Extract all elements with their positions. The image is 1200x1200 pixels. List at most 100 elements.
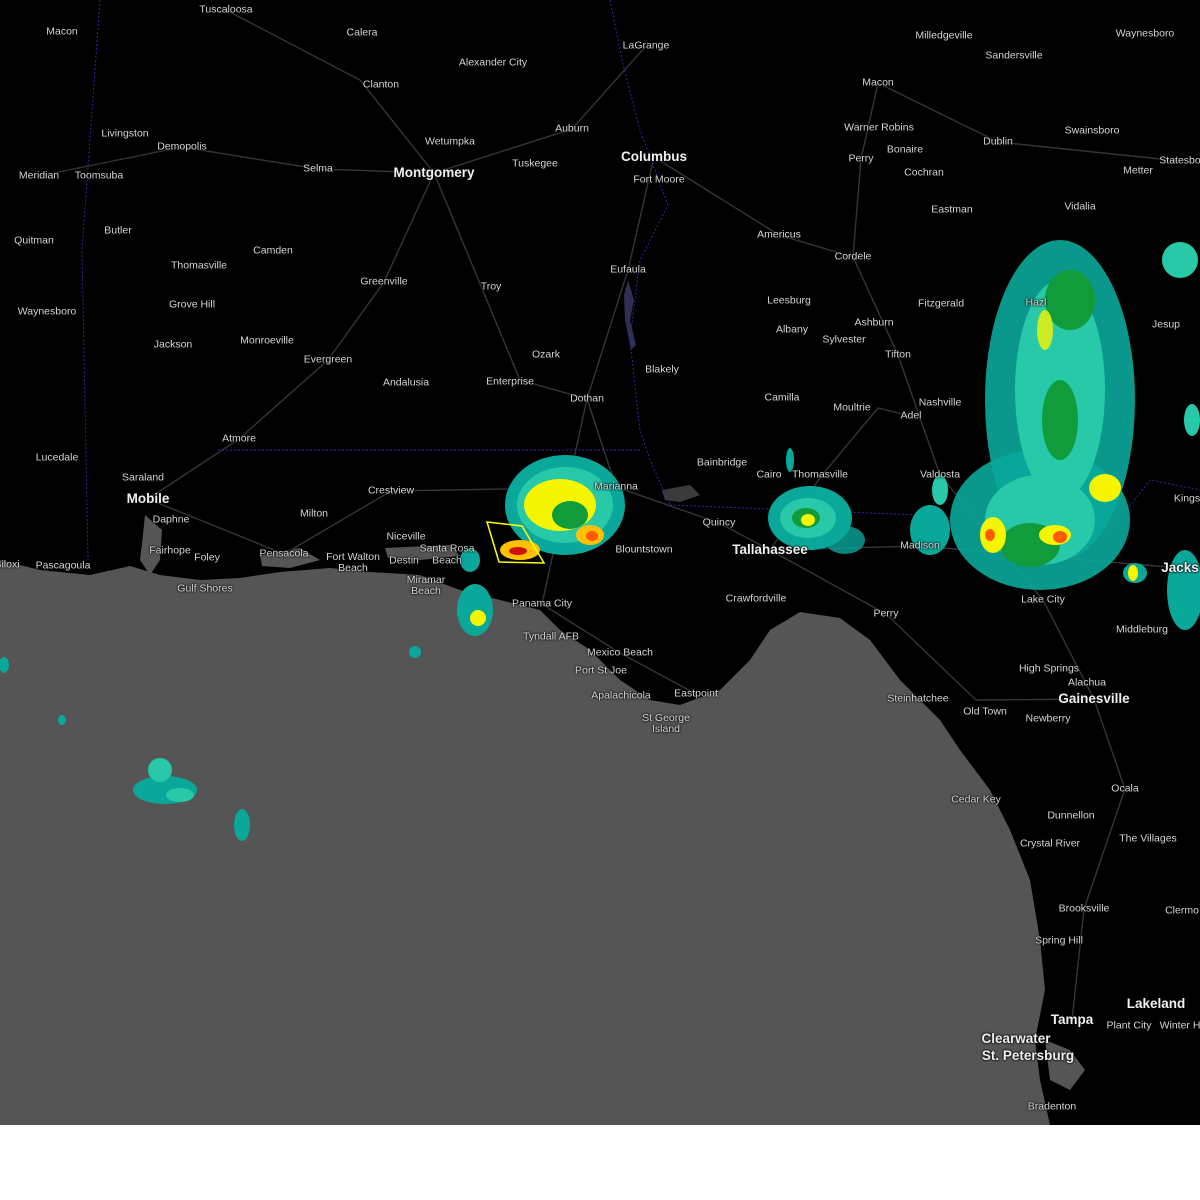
- city-label: Crystal River: [1019, 837, 1081, 850]
- lake-eufaula: [624, 280, 636, 350]
- city-label: Lakeland: [1126, 995, 1186, 1011]
- city-label: Clanton: [362, 78, 400, 91]
- city-label: Eastpoint: [674, 687, 718, 700]
- city-label: Troy: [480, 280, 502, 293]
- city-label: Atmore: [222, 432, 256, 445]
- city-label: Camilla: [764, 391, 800, 404]
- city-label: Eastman: [931, 203, 973, 216]
- city-label: Bradenton: [1027, 1100, 1077, 1113]
- city-label: Thomasville: [791, 468, 849, 481]
- city-label: Eufaula: [610, 263, 646, 276]
- city-label: Monroeville: [240, 334, 294, 347]
- city-label: Camden: [253, 244, 293, 257]
- city-label: Pascagoula: [35, 559, 91, 572]
- city-label: Alexander City: [458, 56, 528, 69]
- city-label: Biloxi: [0, 558, 20, 571]
- city-label: Jesup: [1151, 318, 1181, 331]
- city-label: Clearwater: [981, 1030, 1051, 1046]
- city-label: Perry: [848, 152, 874, 165]
- city-label: Jackson: [153, 338, 193, 351]
- city-label: Clermo: [1165, 904, 1199, 917]
- city-label: Macon: [862, 76, 894, 89]
- city-label: Crestview: [367, 484, 415, 497]
- city-label: Port St Joe: [575, 664, 627, 677]
- city-label: Ozark: [531, 348, 561, 361]
- city-label: Grove Hill: [168, 298, 216, 311]
- city-label: Enterprise: [486, 375, 534, 388]
- city-label: Panama City: [511, 597, 573, 610]
- city-label: Bonaire: [886, 143, 924, 156]
- city-label: Fitzgerald: [917, 297, 965, 310]
- city-label: Cairo: [756, 468, 782, 481]
- city-label: High Springs: [1018, 662, 1080, 675]
- city-label: Jacks: [1161, 559, 1199, 575]
- city-label: Milledgeville: [915, 29, 973, 42]
- city-label: Newberry: [1025, 712, 1071, 725]
- city-label: Steinhatchee: [887, 692, 949, 705]
- city-label: Selma: [303, 162, 333, 175]
- city-label: Auburn: [555, 122, 589, 135]
- city-label: Sandersville: [985, 49, 1043, 62]
- city-label: Evergreen: [303, 353, 353, 366]
- city-label: Moultrie: [833, 401, 871, 414]
- city-label: Tampa: [1050, 1011, 1094, 1027]
- city-label: Meridian: [18, 169, 60, 182]
- city-label: Thomasville: [170, 259, 228, 272]
- city-label: Andalusia: [382, 376, 430, 389]
- city-label: Spring Hill: [1035, 934, 1083, 947]
- city-label: Gulf Shores: [177, 582, 233, 595]
- city-label: Winter H: [1159, 1019, 1200, 1032]
- city-label: Bainbridge: [696, 456, 748, 469]
- city-label: Destin: [389, 554, 419, 567]
- city-label: Blakely: [645, 363, 679, 376]
- city-label: Nashville: [918, 396, 962, 409]
- city-label: Tuskegee: [512, 157, 558, 170]
- city-label: LaGrange: [622, 39, 670, 52]
- city-label: St. Petersburg: [981, 1047, 1075, 1063]
- city-label: Fairhope: [149, 544, 191, 557]
- city-label: Hazl: [1025, 296, 1047, 309]
- city-label: Madison: [900, 539, 940, 552]
- city-label: Statesbo: [1159, 154, 1200, 167]
- city-label: Dothan: [570, 392, 604, 405]
- city-label: Plant City: [1106, 1019, 1152, 1032]
- city-label: Foley: [194, 551, 220, 564]
- city-label: Columbus: [621, 148, 687, 164]
- city-label: Montgomery: [393, 164, 475, 180]
- city-label: Mobile: [126, 490, 170, 506]
- city-label: Old Town: [963, 705, 1007, 718]
- city-label: Lucedale: [35, 451, 79, 464]
- city-label: Leesburg: [767, 294, 811, 307]
- city-label: Miramar Beach: [406, 573, 446, 597]
- city-label: Cordele: [834, 250, 872, 263]
- city-label: Tuscaloosa: [199, 3, 253, 16]
- city-label: Swainsboro: [1064, 124, 1120, 137]
- city-label: Crawfordville: [725, 592, 787, 605]
- city-label: Dublin: [983, 135, 1013, 148]
- city-label: Waynesboro: [17, 305, 77, 318]
- city-label: Vidalia: [1064, 200, 1096, 213]
- city-label: Macon: [46, 25, 78, 38]
- city-label: Toomsuba: [74, 169, 124, 182]
- city-label: Alachua: [1068, 676, 1106, 689]
- radar-map[interactable]: Tuscaloosa Macon Calera LaGrange Milledgevil…: [0, 0, 1200, 1125]
- city-label: Waynesboro: [1115, 27, 1175, 40]
- city-label: Niceville: [386, 530, 426, 543]
- city-label: Wetumpka: [425, 135, 475, 148]
- city-label: Cedar Key: [951, 793, 1001, 806]
- city-label: Butler: [104, 224, 132, 237]
- city-label: Kings: [1173, 492, 1200, 505]
- footer-blank: [0, 1125, 1200, 1200]
- city-label: Daphne: [152, 513, 190, 526]
- city-label: Gainesville: [1058, 690, 1130, 706]
- city-label: Demopolis: [157, 140, 207, 153]
- city-label: Pensacola: [259, 547, 309, 560]
- city-label: Saraland: [121, 471, 165, 484]
- city-label: Warner Robins: [844, 121, 914, 134]
- city-label: Santa Rosa: [419, 542, 475, 555]
- city-label: Beach: [432, 554, 462, 567]
- city-label: Tallahassee: [732, 541, 808, 557]
- city-label: Quincy: [702, 516, 736, 529]
- map-layer: [0, 0, 1200, 1125]
- city-label: Fort Moore: [633, 173, 685, 186]
